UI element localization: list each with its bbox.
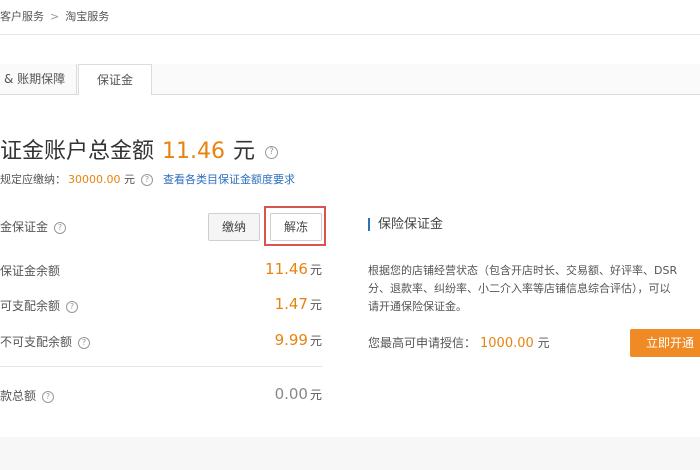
total-amount-value: 0.00 bbox=[274, 385, 308, 403]
page-title: 证金账户总金额 11.46 元? bbox=[0, 133, 279, 165]
total-label-text: 款总额 bbox=[0, 389, 37, 403]
required-label: 规定应缴纳： bbox=[0, 173, 66, 186]
total-amount: 11.46 bbox=[162, 139, 225, 164]
cash-deposit-title-text: 金保证金 bbox=[0, 220, 49, 234]
breadcrumb-item-taobao-service[interactable]: 淘宝服务 bbox=[65, 10, 109, 23]
credit-label: 您最高可申请授信： bbox=[368, 336, 477, 350]
title-text: 证金账户总金额 bbox=[0, 139, 155, 164]
highlight-box bbox=[264, 206, 326, 246]
credit-unit: 元 bbox=[537, 336, 550, 350]
tab-bar: & 账期保障 保证金 bbox=[0, 64, 700, 96]
balance-amount: 11.46 bbox=[265, 260, 308, 278]
balance-unit: 元 bbox=[309, 263, 322, 277]
help-icon[interactable]: ? bbox=[54, 221, 67, 234]
unavailable-amount: 9.99 bbox=[274, 331, 308, 349]
unavailable-value: 9.99 元 bbox=[240, 330, 322, 349]
balance-value: 11.46 元 bbox=[240, 259, 322, 278]
help-icon[interactable]: ? bbox=[78, 336, 91, 349]
available-label-text: 可支配余额 bbox=[0, 299, 61, 313]
cash-deposit-title: 金保证金? bbox=[0, 218, 67, 235]
required-unit: 元 bbox=[124, 173, 135, 186]
required-deposit: 规定应缴纳： 30000.00 元? 查看各类目保证金额度要求 bbox=[0, 171, 295, 187]
apply-now-button[interactable]: 立即开通 bbox=[630, 329, 700, 357]
help-icon[interactable]: ? bbox=[42, 390, 55, 403]
breadcrumb: 客户服务 > 淘宝服务 bbox=[0, 8, 109, 24]
available-amount: 1.47 bbox=[274, 295, 308, 313]
breadcrumb-item-customer-service[interactable]: 客户服务 bbox=[0, 10, 44, 23]
total-value: 0.00 元 bbox=[240, 384, 322, 403]
unavailable-unit: 元 bbox=[309, 334, 322, 348]
available-label: 可支配余额? bbox=[0, 297, 79, 314]
panel-footer bbox=[0, 437, 700, 470]
breadcrumb-separator: > bbox=[50, 10, 60, 23]
header-divider bbox=[0, 34, 700, 35]
credit-value: 1000.00 bbox=[480, 336, 534, 351]
pay-button[interactable]: 缴纳 bbox=[208, 213, 260, 241]
total-unit: 元 bbox=[309, 388, 322, 402]
available-unit: 元 bbox=[309, 298, 322, 312]
insurance-desc-line-1: 根据您的店铺经营状态（包含开店时长、交易额、好评率、DSR bbox=[368, 264, 678, 277]
unavailable-label: 不可支配余额? bbox=[0, 333, 91, 350]
credit-limit: 您最高可申请授信： 1000.00 元 bbox=[368, 334, 550, 351]
category-requirement-link[interactable]: 查看各类目保证金额度要求 bbox=[163, 173, 295, 186]
help-icon[interactable]: ? bbox=[141, 174, 153, 186]
insurance-desc-line-3: 请开通保险保证金。 bbox=[368, 300, 467, 313]
help-icon[interactable]: ? bbox=[265, 145, 279, 159]
balance-label-text: 保证金余额 bbox=[0, 264, 61, 278]
help-icon[interactable]: ? bbox=[66, 300, 79, 313]
insurance-desc-line-2: 分、退款率、纠纷率、小二介入率等店铺信息综合评估），可以 bbox=[368, 282, 671, 295]
tab-payment-guarantee[interactable]: & 账期保障 bbox=[0, 64, 77, 94]
unavailable-label-text: 不可支配余额 bbox=[0, 335, 73, 349]
total-amount-unit: 元 bbox=[233, 139, 256, 164]
available-value: 1.47 元 bbox=[240, 294, 322, 313]
required-value: 30000.00 bbox=[68, 173, 121, 186]
insurance-deposit-title: 保险保证金 bbox=[368, 218, 443, 231]
section-divider bbox=[0, 366, 322, 367]
total-label: 款总额? bbox=[0, 387, 55, 404]
balance-label: 保证金余额 bbox=[0, 262, 60, 279]
tab-deposit[interactable]: 保证金 bbox=[78, 64, 152, 96]
